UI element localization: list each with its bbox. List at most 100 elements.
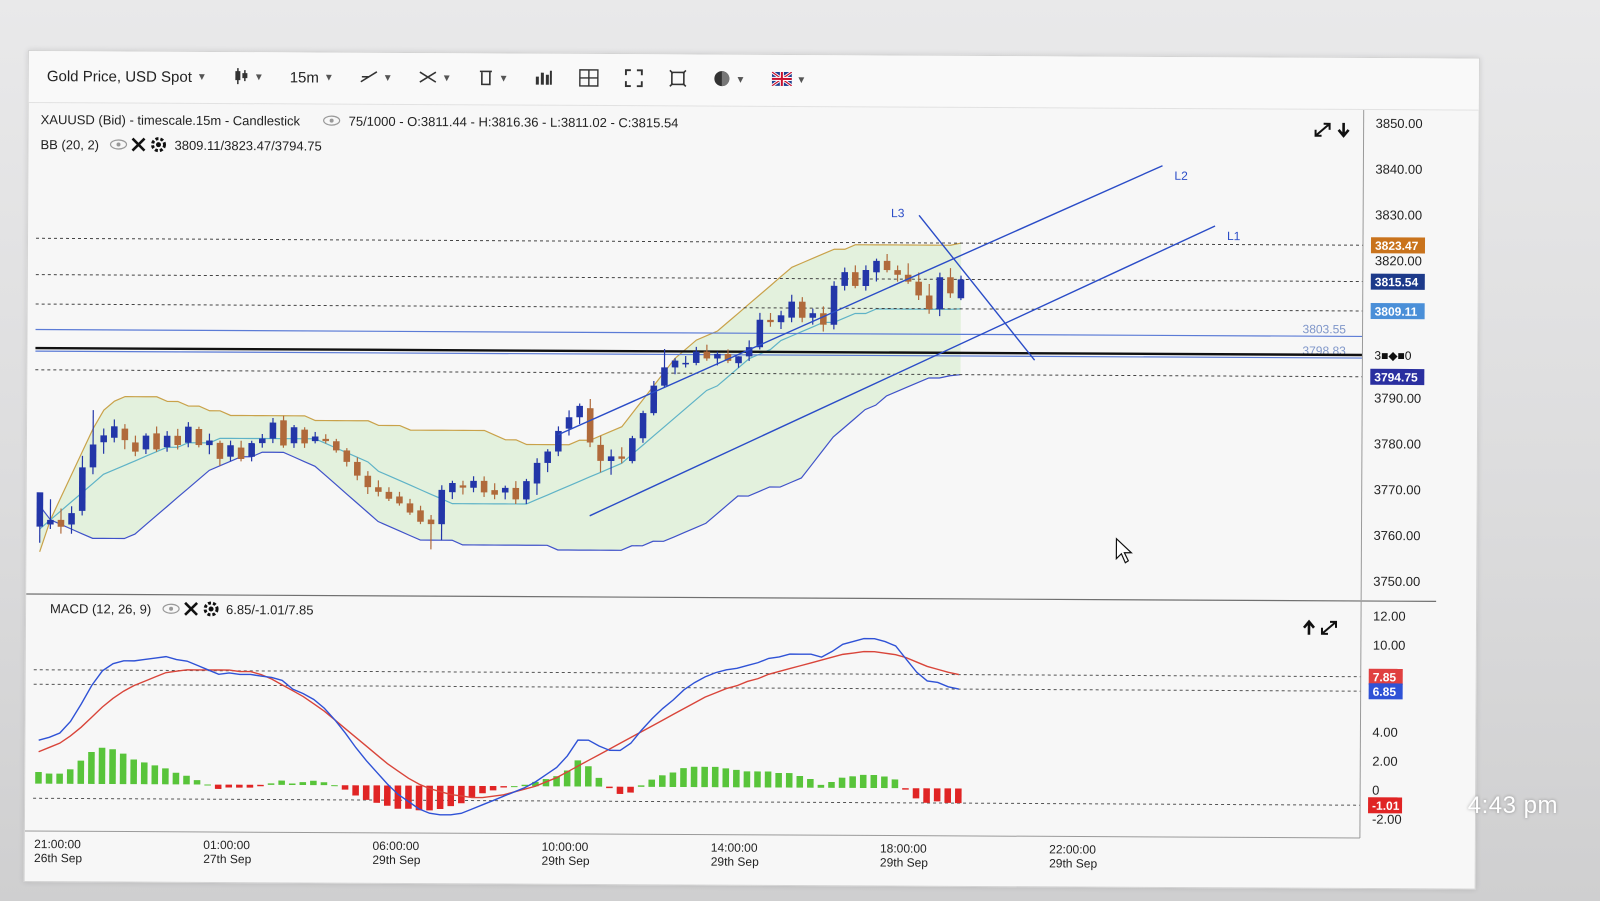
bollinger-fill <box>39 243 962 552</box>
move-pane-down-icon[interactable] <box>1337 122 1350 138</box>
candle <box>100 435 107 443</box>
chart-type-button[interactable]: ▼ <box>225 63 272 93</box>
macd-histogram-bar <box>954 788 962 804</box>
macd-histogram-bar <box>838 777 846 788</box>
candle <box>174 435 182 445</box>
macd-tick-label: 12.00 <box>1373 609 1406 624</box>
expand-pane-icon[interactable] <box>1320 620 1338 635</box>
candle <box>491 490 498 495</box>
chevron-down-icon: ▼ <box>441 73 452 85</box>
candle <box>110 426 118 438</box>
price-tick-label: 3830.00 <box>1375 207 1422 222</box>
macd-histogram-bar <box>849 776 856 788</box>
indicators-button[interactable] <box>526 64 560 94</box>
candle <box>78 467 86 511</box>
time-axis[interactable]: 21:00:0026th Sep 01:00:0027th Sep 06:00:00… <box>34 837 1098 871</box>
candle <box>248 443 255 457</box>
level-line-label: 3803.55 <box>1303 322 1347 336</box>
macd-histogram-bar <box>648 779 656 787</box>
macd-histogram-bar <box>341 785 349 790</box>
macd-tick-label: 4.00 <box>1372 725 1397 740</box>
price-pane: 3803.553798.83 3■◆■0 L2L1L3 3850.003840.0… <box>35 109 1426 600</box>
candle <box>121 428 129 441</box>
drawing-tools-button[interactable]: ▼ <box>352 63 401 93</box>
price-tick-label: 3770.00 <box>1374 482 1421 497</box>
candle <box>259 438 266 444</box>
layout-grid-icon <box>578 68 599 90</box>
theme-icon <box>712 69 730 91</box>
candle <box>523 481 530 500</box>
macd-histogram-bar <box>151 765 159 785</box>
move-pane-up-icon[interactable] <box>1302 619 1315 635</box>
macd-level-label: -1.01 <box>1372 799 1400 813</box>
macd-tick-label: 0 <box>1372 783 1379 798</box>
candle <box>417 510 424 522</box>
candle <box>301 429 308 444</box>
pane-divider[interactable] <box>26 593 1437 602</box>
delete-drawings-button[interactable]: ▼ <box>470 64 517 94</box>
price-tick-label: 3750.00 <box>1373 574 1420 589</box>
expand-pane-icon[interactable] <box>1314 122 1331 137</box>
bollinger-band <box>39 242 962 553</box>
eye-icon[interactable] <box>162 603 180 614</box>
candle <box>290 427 298 444</box>
theme-button[interactable]: ▼ <box>704 65 753 95</box>
close-icon[interactable] <box>131 137 146 152</box>
price-level-label: 3809.11 <box>1375 305 1418 319</box>
macd-histogram-bar <box>891 779 899 789</box>
candle <box>311 436 319 442</box>
macd-histogram-bar <box>785 773 793 788</box>
price-level-label: 3823.47 <box>1375 239 1419 253</box>
candle <box>459 485 467 488</box>
gear-icon[interactable] <box>203 601 219 617</box>
drawing-line-icon <box>360 69 378 87</box>
gear-icon[interactable] <box>151 137 167 153</box>
delete-icon <box>478 68 494 90</box>
eye-icon[interactable] <box>323 115 341 126</box>
macd-histogram-bar <box>669 772 677 787</box>
macd-histogram-bar <box>246 784 254 788</box>
macd-histogram-bar <box>405 785 412 809</box>
eye-icon[interactable] <box>109 139 128 150</box>
macd-histogram-bar <box>944 788 952 803</box>
candle <box>195 429 203 446</box>
candle <box>809 313 817 318</box>
macd-axis[interactable]: 12.00 10.00 4.00 2.00 0 -2.00 7.856.85 -1.01 <box>1368 609 1406 827</box>
candle <box>947 277 954 294</box>
blue-level-line[interactable] <box>35 328 1363 338</box>
macd-histogram-bar <box>680 768 687 788</box>
time-tick-label: 21:00:00 <box>34 837 81 851</box>
trend-line-label: L2 <box>1174 169 1188 183</box>
macd-histogram-bar <box>458 785 465 804</box>
macd-histogram-bar <box>489 786 497 791</box>
macd-histogram-bar <box>606 786 613 789</box>
time-tick-label: 06:00:00 <box>372 839 419 853</box>
macd-histogram-bar <box>595 777 603 787</box>
macd-histogram-bar <box>711 766 719 788</box>
chart-canvas[interactable]: 3803.553798.83 3■◆■0 L2L1L3 3850.003840.0… <box>24 103 1479 889</box>
flag-uk-icon <box>770 70 793 89</box>
timeframe-label: 15m <box>289 69 319 87</box>
fullscreen-button[interactable] <box>616 65 650 95</box>
language-button[interactable]: ▼ <box>763 65 814 95</box>
macd-histogram-bar <box>754 771 761 788</box>
crosshair-tools-button[interactable]: ▼ <box>411 64 460 94</box>
macd-histogram-bar <box>690 766 698 788</box>
candle <box>544 451 552 463</box>
fit-chart-button[interactable] <box>660 65 694 95</box>
candle <box>353 461 361 476</box>
price-tick-label: 3850.00 <box>1376 116 1423 131</box>
macd-histogram-bar <box>278 780 285 785</box>
candle <box>586 408 594 443</box>
macd-histogram-bar <box>881 776 888 789</box>
layout-button[interactable] <box>570 64 606 94</box>
macd-histogram-bar <box>98 747 106 784</box>
macd-histogram-bar <box>45 773 53 784</box>
candle <box>237 447 245 460</box>
close-icon[interactable] <box>184 601 199 616</box>
bb-label: BB (20, 2) <box>40 137 99 152</box>
instrument-selector[interactable]: Gold Price, USD Spot ▼ <box>39 62 215 93</box>
timeframe-selector[interactable]: 15m ▼ <box>282 63 342 93</box>
macd-histogram-bar <box>383 785 391 806</box>
macd-histogram-bar <box>828 781 835 788</box>
